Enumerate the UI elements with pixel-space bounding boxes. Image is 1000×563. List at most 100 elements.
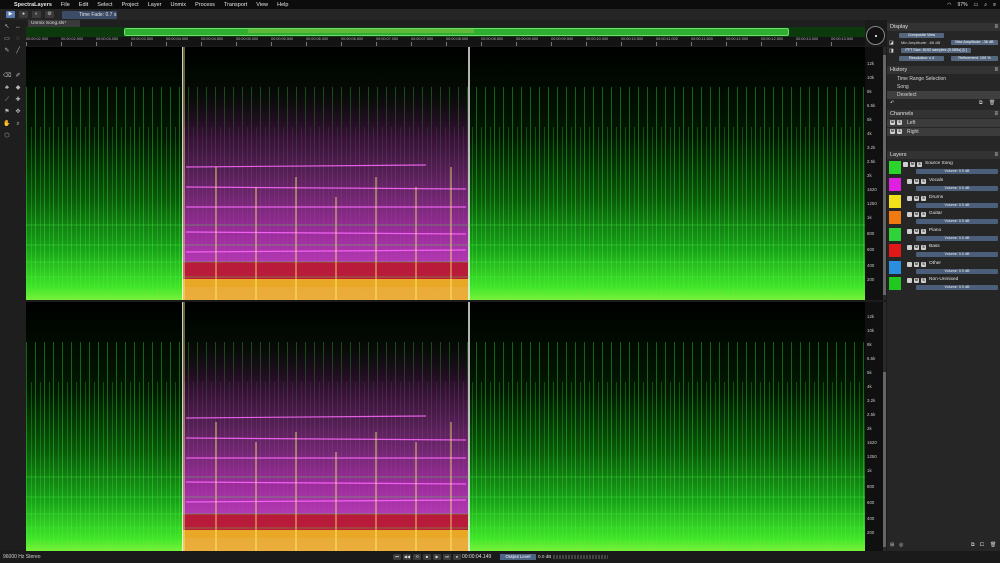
channel-right[interactable]: M S Right	[887, 128, 1000, 136]
merge-icon[interactable]: ⧉	[971, 542, 975, 548]
layer-volume-slider[interactable]: Volume: 0.0 dB	[916, 219, 998, 224]
duplicate-icon[interactable]: ⧉	[979, 100, 983, 106]
layer-solo-toggle[interactable]: S	[921, 245, 926, 250]
settings-icon[interactable]: ⚙	[45, 11, 54, 18]
layer-mute-toggle[interactable]: M	[914, 228, 919, 234]
panel-menu-icon[interactable]: ≡	[994, 151, 998, 159]
marker-tool-icon[interactable]: ⚑	[3, 108, 11, 116]
search-icon[interactable]: ⌕	[984, 2, 987, 8]
menu-file[interactable]: File	[61, 2, 70, 8]
rect-select-tool-icon[interactable]: ▭	[3, 35, 11, 43]
layer-solo-toggle[interactable]: S	[921, 228, 926, 234]
layer-name[interactable]: Vocals	[929, 178, 943, 183]
layer-color-swatch[interactable]	[889, 260, 901, 274]
layer-solo-toggle[interactable]: S	[917, 162, 922, 167]
layer-color-swatch[interactable]	[889, 194, 901, 208]
menu-transport[interactable]: Transport	[224, 2, 247, 8]
rewind-button[interactable]: ◀◀	[403, 554, 411, 560]
brush-tool-icon[interactable]: ✐	[14, 72, 22, 80]
menu-unmix[interactable]: Unmix	[170, 2, 186, 8]
layer-visibility-toggle[interactable]	[907, 245, 912, 250]
play-mode-icon[interactable]: ▶	[6, 11, 15, 18]
time-fade-field[interactable]: Time Fade: 0.7 s	[62, 10, 117, 19]
dropper-icon[interactable]: ⟋	[3, 96, 11, 104]
history-item[interactable]: Time Range Selection	[887, 75, 1000, 83]
new-layer-icon[interactable]: ⊞	[890, 542, 894, 548]
mute-toggle[interactable]: M	[890, 129, 895, 134]
menu-layer[interactable]: Layer	[148, 2, 162, 8]
panel-menu-icon[interactable]: ≡	[994, 110, 998, 118]
layer-mute-toggle[interactable]: M	[914, 278, 919, 283]
menu-help[interactable]: Help	[277, 2, 288, 8]
playback-cursor[interactable]	[182, 302, 183, 551]
composite-view-button[interactable]: Composite View	[899, 33, 944, 38]
layers-panel-header[interactable]: Layers ≡	[887, 151, 1000, 159]
menu-process[interactable]: Process	[195, 2, 215, 8]
layer-volume-slider[interactable]: Volume: 0.0 dB	[916, 268, 998, 274]
line-tool-icon[interactable]: ╱	[14, 47, 22, 55]
channels-panel-header[interactable]: Channels ≡	[887, 110, 1000, 118]
layer-volume-slider[interactable]: Volume: 0.0 dB	[916, 285, 998, 290]
layer-name[interactable]: Guitar	[929, 211, 942, 216]
menu-project[interactable]: Project	[122, 2, 139, 8]
layer-color-swatch[interactable]	[889, 211, 901, 224]
refinement-field[interactable]: Refinement: 100 %	[951, 56, 998, 61]
history-item[interactable]: Song	[887, 83, 1000, 91]
history-item-selected[interactable]: Deselect	[887, 91, 1000, 99]
layer-mute-toggle[interactable]: M	[910, 162, 915, 167]
hand-tool-icon[interactable]: ✋	[3, 120, 11, 128]
frequency-scale-left[interactable]: 12k 10k 8k 6.5k 5k 4k 3.2k 2.5k 2k 1620 …	[865, 47, 885, 300]
time-select-tool-icon[interactable]: ↔	[14, 23, 22, 31]
heal-tool-icon[interactable]: ✚	[14, 96, 22, 104]
fill-tool-icon[interactable]: ◆	[14, 84, 22, 92]
loop-button[interactable]: ⟲	[413, 554, 421, 560]
layer-visibility-toggle[interactable]	[907, 212, 912, 217]
scrollbar-thumb[interactable]	[883, 55, 886, 295]
layer-name[interactable]: Piano	[929, 228, 941, 233]
navigation-compass[interactable]	[866, 26, 885, 45]
layer-volume-slider[interactable]: Volume: 0.0 dB	[916, 169, 998, 174]
tab-unmix-song[interactable]: Unmix Song.sls*	[28, 20, 80, 27]
layer-name[interactable]: Source Song	[925, 161, 953, 166]
stop-button[interactable]: ■	[423, 554, 431, 560]
loop-icon[interactable]: ●	[19, 11, 28, 18]
skip-back-button[interactable]: ⏮	[393, 554, 401, 560]
resolution-field[interactable]: Resolution: x 4	[899, 56, 944, 61]
layer-mute-toggle[interactable]: M	[914, 179, 919, 184]
spectrogram-left-channel[interactable]	[26, 47, 865, 300]
zoom-tool-icon[interactable]: ⌕	[14, 120, 22, 128]
menu-view[interactable]: View	[256, 2, 268, 8]
3d-view-icon[interactable]: ⬡	[3, 132, 11, 140]
vertical-scrollbar-left[interactable]	[883, 47, 886, 300]
layer-solo-toggle[interactable]: S	[921, 195, 926, 201]
layer-color-swatch[interactable]	[889, 277, 901, 290]
layer-name[interactable]: Drums	[929, 195, 943, 200]
panel-menu-icon[interactable]: ≡	[994, 66, 998, 74]
fft-size-field[interactable]: FFT Size: 8192 samples (0.085s) [L]	[901, 48, 971, 53]
layer-color-swatch[interactable]	[889, 178, 901, 191]
history-panel-header[interactable]: History ≡	[887, 66, 1000, 74]
panel-menu-icon[interactable]: ≡	[994, 23, 998, 31]
menu-edit[interactable]: Edit	[79, 2, 88, 8]
solo-toggle[interactable]: S	[897, 129, 902, 134]
mute-toggle[interactable]: M	[890, 120, 895, 125]
duplicate-layer-icon[interactable]: ⧠	[980, 542, 984, 548]
layer-volume-slider[interactable]: Volume: 0.0 dB	[916, 186, 998, 191]
menu-select[interactable]: Select	[97, 2, 112, 8]
layer-color-swatch[interactable]	[889, 244, 901, 257]
solo-toggle[interactable]: S	[897, 120, 902, 125]
layer-visibility-toggle[interactable]	[907, 228, 912, 234]
layer-solo-toggle[interactable]: S	[921, 261, 926, 267]
spectrogram-right-channel[interactable]	[26, 302, 865, 551]
channel-left[interactable]: M S Left	[887, 119, 1000, 127]
display-panel-header[interactable]: Display ≡	[887, 23, 1000, 31]
layer-mute-toggle[interactable]: M	[914, 212, 919, 217]
transform-tool-icon[interactable]: ✥	[14, 108, 22, 116]
layer-solo-toggle[interactable]: S	[921, 179, 926, 184]
skip-forward-button[interactable]: ⏭	[443, 554, 451, 560]
undo-icon[interactable]: ↶	[890, 100, 894, 106]
playback-cursor[interactable]	[182, 47, 183, 300]
frequency-scale-right[interactable]: 12k 10k 8k 6.5k 5k 4k 3.2k 2.5k 2k 1620 …	[865, 302, 885, 551]
vertical-scrollbar-right[interactable]	[883, 302, 886, 551]
overview-bar[interactable]	[26, 27, 865, 37]
